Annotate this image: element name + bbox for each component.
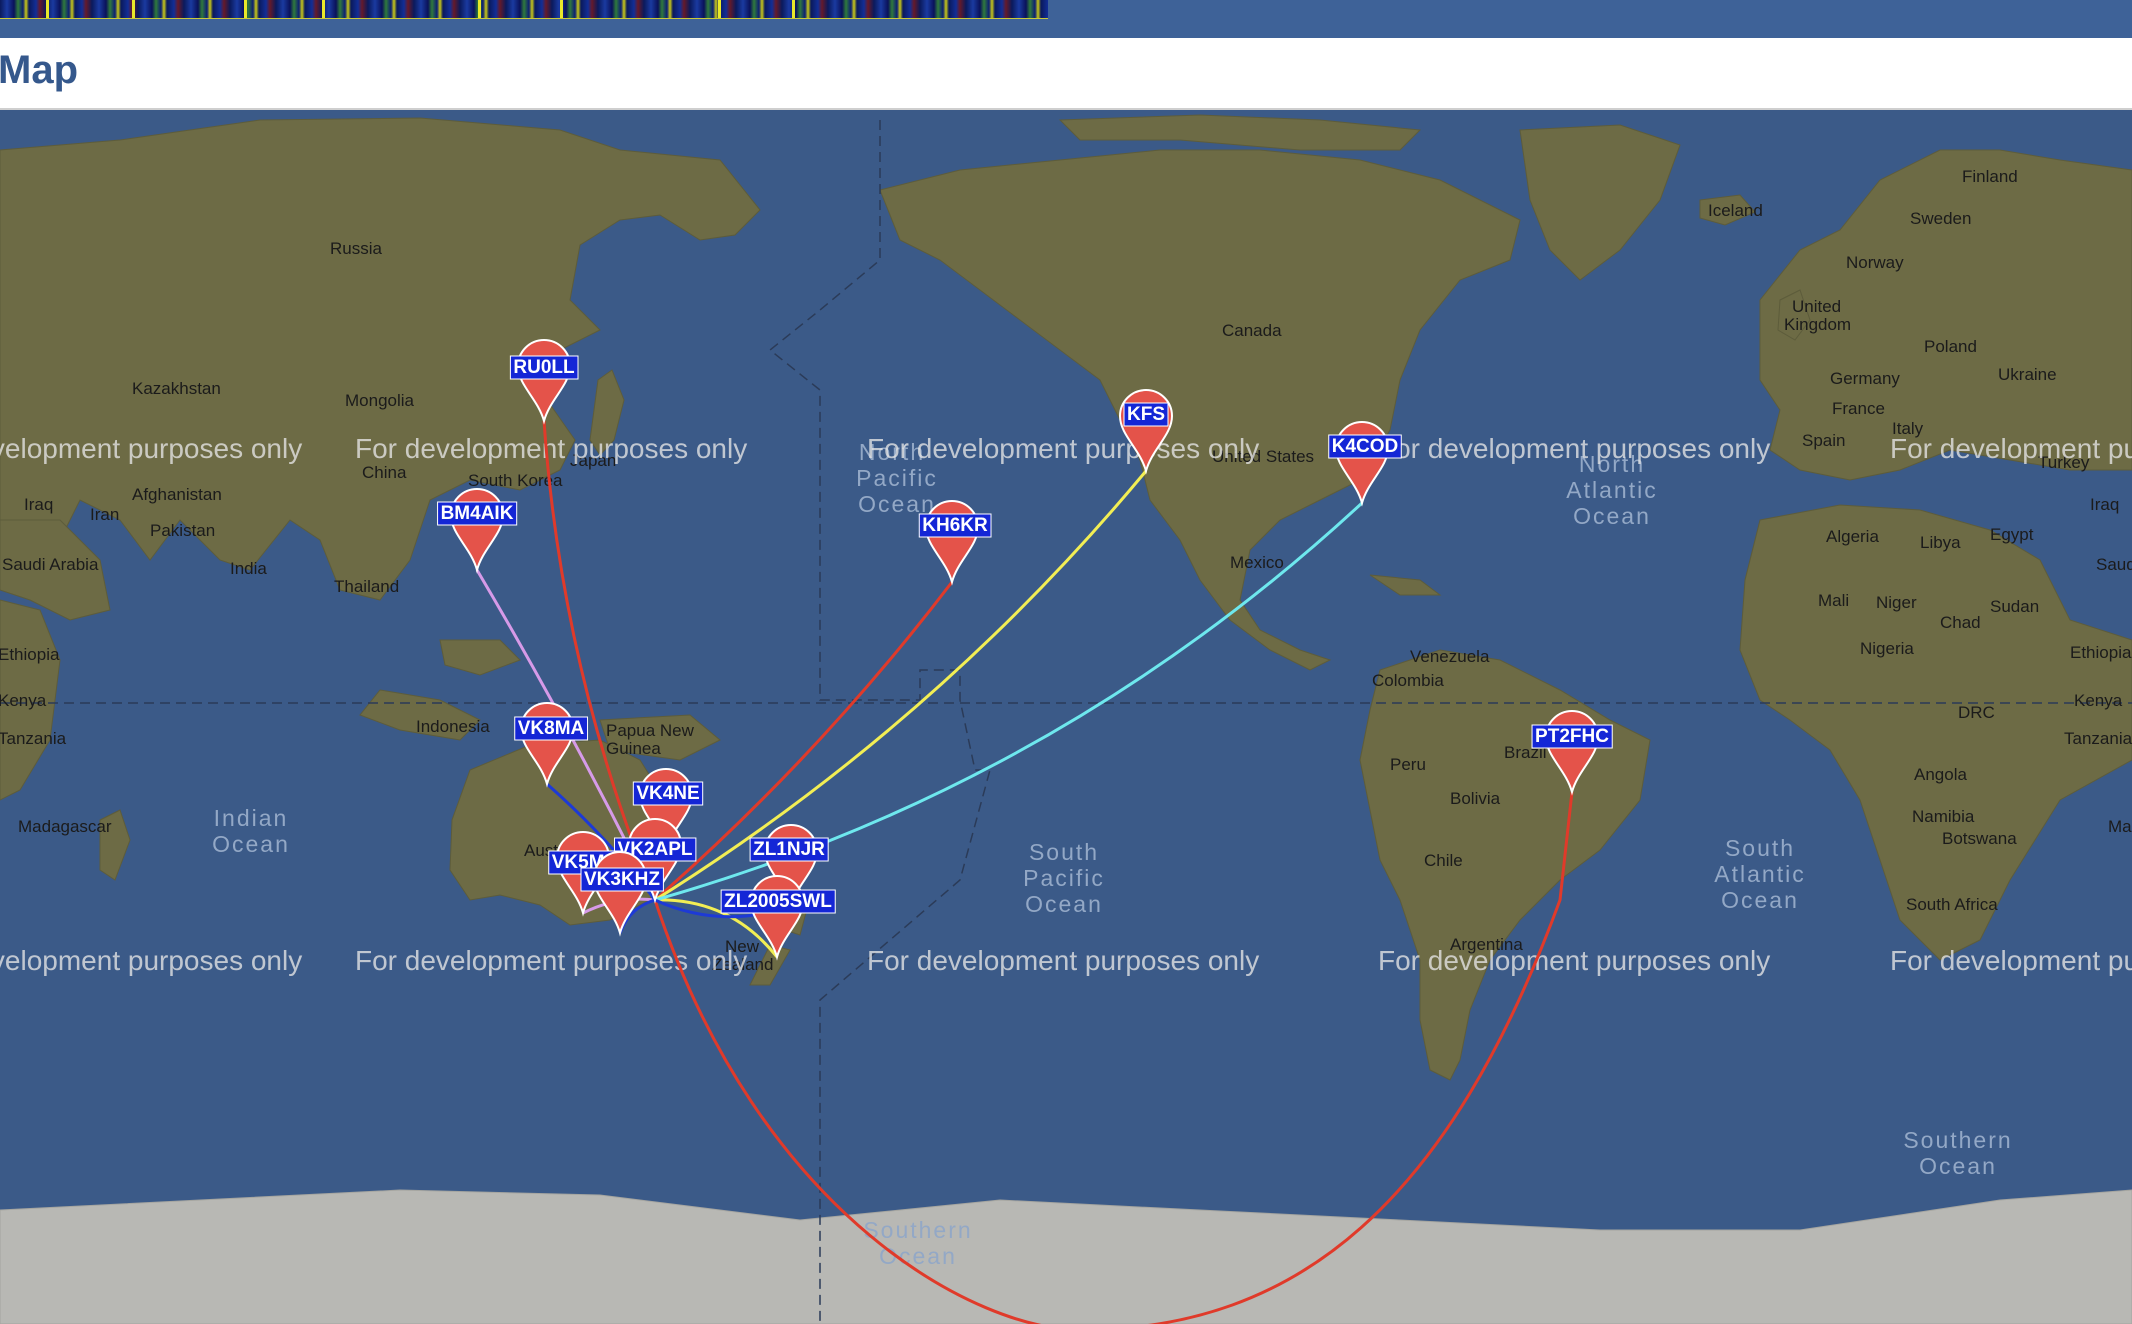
watermark: For development purposes only [0,945,302,976]
marker-label: VK8MA [518,718,585,739]
svg-text:Indian: Indian [214,805,289,831]
world-map[interactable]: North Pacific Ocean North Atlantic Ocean… [0,110,2132,1324]
marker-label: K4COD [1332,436,1399,457]
svg-text:Ocean: Ocean [1025,891,1103,917]
svg-text:South: South [1029,839,1099,865]
map-panel-header: Map [0,38,2132,110]
svg-text:Algeria: Algeria [1826,527,1879,546]
svg-text:Saudi Arabia: Saudi Arabia [2,555,99,574]
watermark: For development purposes only [867,433,1259,464]
svg-text:Ocean: Ocean [879,1243,957,1269]
svg-text:South Africa: South Africa [1906,895,1998,914]
svg-text:Peru: Peru [1390,755,1426,774]
svg-text:Tanzania: Tanzania [2064,729,2132,748]
watermark: For development purposes only [1890,433,2132,464]
svg-text:Madagascar: Madagascar [18,817,112,836]
svg-text:Norway: Norway [1846,253,1904,272]
svg-text:Indonesia: Indonesia [416,717,490,736]
svg-text:China: China [362,463,407,482]
watermark: For development purposes only [355,945,747,976]
svg-text:Germany: Germany [1830,369,1900,388]
marker-label: VK4NE [636,783,699,804]
waterfall-strip [0,0,1048,19]
watermark: For development purposes only [867,945,1259,976]
svg-text:Ukraine: Ukraine [1998,365,2057,384]
svg-text:Angola: Angola [1914,765,1967,784]
svg-text:Niger: Niger [1876,593,1917,612]
svg-text:Iraq: Iraq [2090,495,2119,514]
svg-text:Finland: Finland [1962,167,2018,186]
svg-text:Saudi Arabia: Saudi Arabia [2096,555,2132,574]
svg-text:Atlantic: Atlantic [1566,477,1657,503]
svg-text:Kazakhstan: Kazakhstan [132,379,221,398]
svg-text:Sweden: Sweden [1910,209,1971,228]
svg-text:Mongolia: Mongolia [345,391,415,410]
marker-label: ZL1NJR [753,839,825,860]
svg-text:Venezuela: Venezuela [1410,647,1490,666]
svg-text:Ocean: Ocean [1919,1153,1997,1179]
marker-label: ZL2005SWL [724,891,832,912]
svg-text:Southern: Southern [1903,1127,2012,1153]
svg-text:Egypt: Egypt [1990,525,2034,544]
svg-text:DRC: DRC [1958,703,1995,722]
svg-text:Iran: Iran [90,505,119,524]
svg-text:Libya: Libya [1920,533,1961,552]
svg-text:Pacific: Pacific [1023,865,1105,891]
marker-label: KFS [1127,404,1165,425]
svg-text:Ocean: Ocean [858,491,936,517]
marker-label: RU0LL [513,357,575,378]
svg-text:Kenya: Kenya [2074,691,2123,710]
svg-text:Pakistan: Pakistan [150,521,215,540]
svg-text:Afghanistan: Afghanistan [132,485,222,504]
watermark: For development purposes only [355,433,747,464]
svg-text:South: South [1725,835,1795,861]
svg-text:Sudan: Sudan [1990,597,2039,616]
svg-text:Mali: Mali [1818,591,1849,610]
page-title: Map [0,48,78,92]
svg-text:Mexico: Mexico [1230,553,1284,572]
svg-text:Ethiopia: Ethiopia [0,645,60,664]
svg-text:Atlantic: Atlantic [1714,861,1805,887]
svg-text:Papua New: Papua New [606,721,695,740]
marker-label: BM4AIK [441,503,514,524]
marker-label: PT2FHC [1535,726,1609,747]
svg-text:Canada: Canada [1222,321,1282,340]
svg-text:Iraq: Iraq [24,495,53,514]
svg-text:Ocean: Ocean [1573,503,1651,529]
svg-text:Iceland: Iceland [1708,201,1763,220]
svg-text:United: United [1792,297,1841,316]
watermark: For development purposes only [0,433,302,464]
watermark: For development purposes only [1378,945,1770,976]
svg-text:Kenya: Kenya [0,691,47,710]
svg-text:Ocean: Ocean [212,831,290,857]
svg-text:Colombia: Colombia [1372,671,1444,690]
svg-text:Tanzania: Tanzania [0,729,67,748]
svg-text:Bolivia: Bolivia [1450,789,1501,808]
svg-text:France: France [1832,399,1885,418]
svg-text:Pacific: Pacific [856,465,938,491]
svg-text:Poland: Poland [1924,337,1977,356]
marker-label: KH6KR [922,515,988,536]
svg-text:Ocean: Ocean [1721,887,1799,913]
svg-text:Chad: Chad [1940,613,1981,632]
svg-text:Spain: Spain [1802,431,1845,450]
svg-text:India: India [230,559,267,578]
svg-text:Southern: Southern [863,1217,972,1243]
marker-label: VK3KHZ [584,869,660,890]
svg-text:Namibia: Namibia [1912,807,1975,826]
svg-text:Chile: Chile [1424,851,1463,870]
watermark: For development purposes only [1890,945,2132,976]
svg-text:Nigeria: Nigeria [1860,639,1914,658]
svg-text:Kingdom: Kingdom [1784,315,1851,334]
svg-text:Botswana: Botswana [1942,829,2017,848]
watermark: For development purposes only [1378,433,1770,464]
svg-text:Guinea: Guinea [606,739,661,758]
top-toolbar [0,0,2132,38]
svg-text:Madagascar: Madagascar [2108,817,2132,836]
svg-text:Russia: Russia [330,239,383,258]
svg-text:Thailand: Thailand [334,577,399,596]
svg-text:Ethiopia: Ethiopia [2070,643,2132,662]
